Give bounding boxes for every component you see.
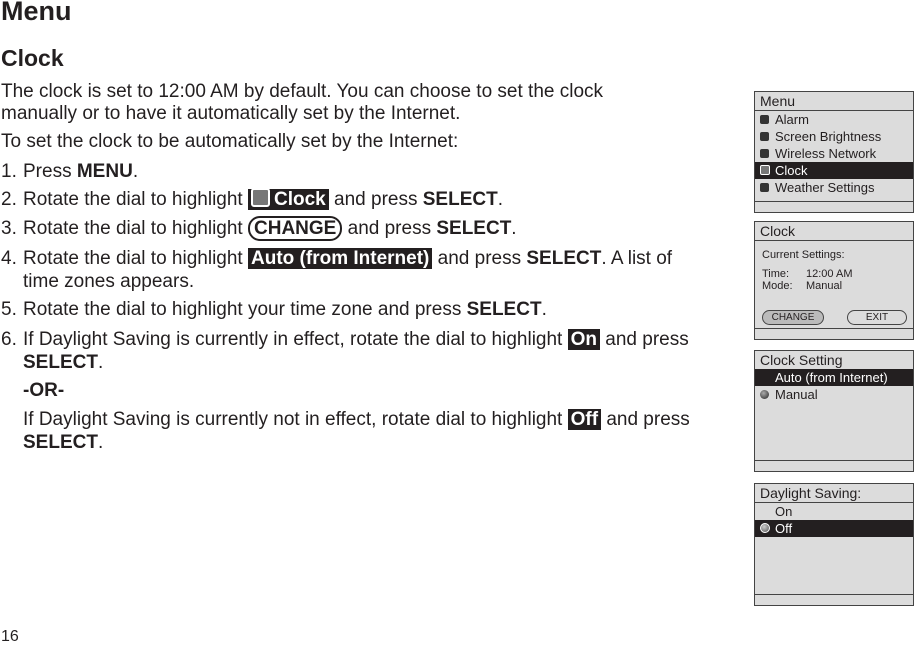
- alt-step: If Daylight Saving is currently not in e…: [23, 409, 690, 430]
- time-label: Time:: [762, 268, 790, 280]
- menu-screen: Menu Alarm Screen Brightness Wireless Ne…: [754, 91, 914, 213]
- step-6-cont: SELECT.: [23, 352, 104, 373]
- step-3: 3. Rotate the dial to highlight CHANGE an…: [1, 216, 517, 241]
- time-value: 12:00 AM: [806, 268, 853, 280]
- clock-icon: [760, 165, 770, 175]
- alt-step-cont: SELECT.: [23, 432, 104, 453]
- menu-item-brightness[interactable]: Screen Brightness: [755, 128, 913, 145]
- step-2: 2. Rotate the dial to highlight Clock and…: [1, 188, 503, 210]
- change-pill: CHANGE: [248, 216, 343, 241]
- mode-label: Mode:: [762, 280, 793, 292]
- dst-screen: Daylight Saving: On Off: [754, 483, 914, 606]
- step-4-cont: time zones appears.: [23, 271, 195, 292]
- menu-item-clock[interactable]: Clock: [755, 162, 913, 179]
- screen-title: Daylight Saving:: [755, 484, 913, 503]
- screen-title: Clock: [755, 222, 913, 241]
- or-separator: -OR-: [23, 380, 65, 401]
- mode-value: Manual: [806, 280, 843, 292]
- screen-title: Menu: [755, 92, 913, 111]
- screen-footer: [755, 201, 913, 212]
- step-1: 1. Press MENU.: [1, 161, 139, 182]
- intro-line-1: The clock is set to 12:00 AM by default.…: [1, 81, 604, 102]
- clock-setting-screen: Clock Setting Auto (from Internet) Manua…: [754, 350, 914, 472]
- wireless-icon: [760, 149, 769, 158]
- alarm-icon: [760, 115, 769, 124]
- step-4: 4. Rotate the dial to highlight Auto (fro…: [1, 248, 673, 269]
- page-number: 16: [1, 628, 19, 645]
- step-5: 5. Rotate the dial to highlight your time…: [1, 299, 547, 320]
- menu-item-wireless[interactable]: Wireless Network: [755, 145, 913, 162]
- section-heading: Clock: [1, 45, 64, 71]
- option-manual[interactable]: Manual: [755, 386, 913, 403]
- step-6: 6. If Daylight Saving is currently in eff…: [1, 329, 689, 350]
- menu-item-alarm[interactable]: Alarm: [755, 111, 913, 128]
- page-heading: Menu: [1, 0, 72, 26]
- clock-icon: [251, 188, 270, 207]
- screen-title: Clock Setting: [760, 352, 843, 368]
- radio-selected-icon: [760, 390, 769, 399]
- option-off[interactable]: Off: [755, 520, 913, 537]
- exit-button[interactable]: EXIT: [847, 310, 907, 325]
- lead-text: To set the clock to be automatically set…: [1, 131, 459, 152]
- menu-item-weather[interactable]: Weather Settings: [755, 179, 913, 196]
- radio-selected-icon: [760, 523, 770, 533]
- clock-screen: Clock Current Settings: Time: 12:00 AM M…: [754, 221, 914, 340]
- change-button[interactable]: CHANGE: [762, 310, 824, 325]
- screen-footer: [755, 328, 913, 339]
- current-settings-label: Current Settings:: [762, 249, 845, 261]
- option-on[interactable]: On: [755, 503, 913, 520]
- clock-highlight: Clock: [248, 188, 329, 210]
- screen-icon: [760, 132, 769, 141]
- screen-footer: [755, 460, 913, 471]
- screen-footer: [755, 594, 913, 605]
- weather-icon: [760, 183, 769, 192]
- option-auto[interactable]: Auto (from Internet): [755, 369, 913, 386]
- intro-line-2: manually or to have it automatically set…: [1, 103, 461, 124]
